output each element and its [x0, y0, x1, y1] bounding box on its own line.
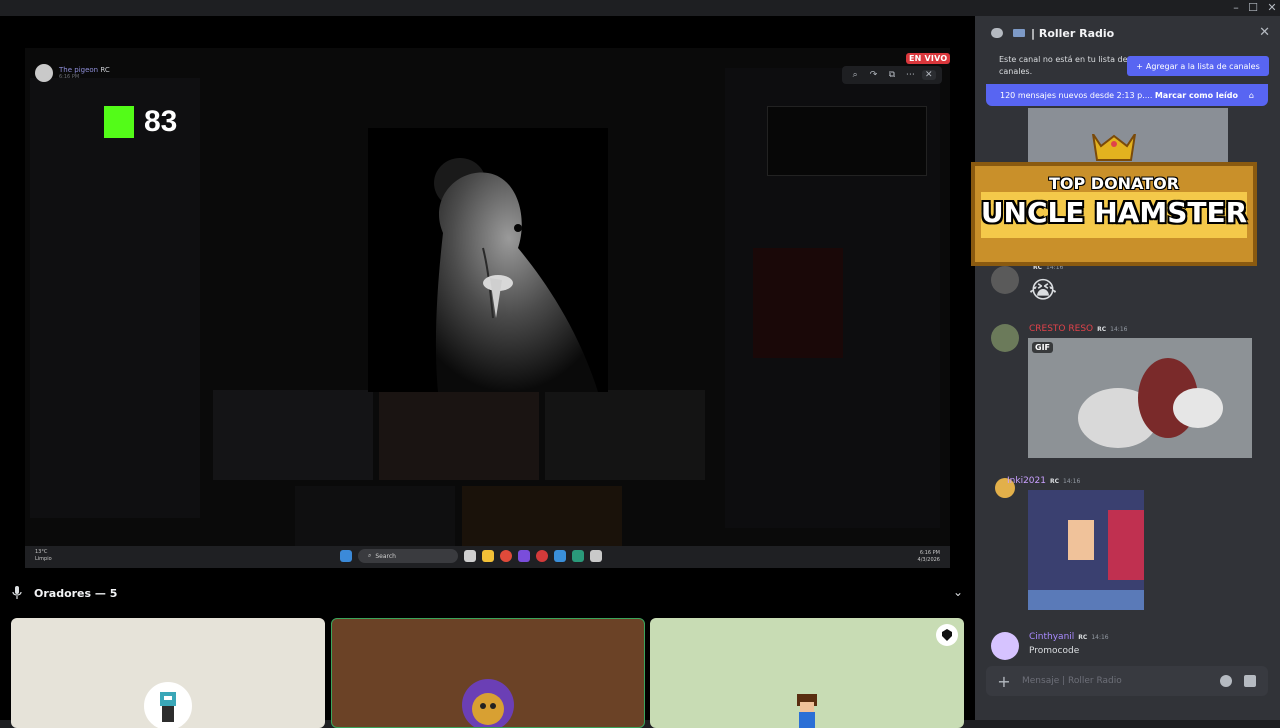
top-donator-banner: TOP DONATOR UNCLE HAMSTER: [971, 133, 1257, 266]
clock-time: 6:16 PM: [919, 550, 940, 556]
message-content: Promocode: [1029, 646, 1080, 656]
gif-badge: GIF: [1032, 342, 1054, 353]
radio-icon: [1013, 29, 1025, 37]
user-avatar[interactable]: [991, 324, 1019, 352]
app-icon: [536, 550, 548, 562]
shared-taskbar: 13°C Limpio ⌕ Search 6:16 PM 4/3/2026: [25, 546, 950, 568]
close-icon[interactable]: ✕: [1259, 25, 1270, 40]
mark-read-icon: ⌂: [1248, 90, 1254, 100]
streamer-avatar: [35, 64, 53, 82]
kick-viewer-counter: 83: [104, 105, 177, 139]
window-titlebar: – ☐ ✕: [0, 0, 1280, 16]
message-author[interactable]: Cinthyanil: [1029, 632, 1074, 642]
new-messages-bar[interactable]: 120 mensajes nuevos desde 2:13 p.... Mar…: [986, 84, 1268, 106]
speakers-title: Oradores — 5: [34, 586, 118, 600]
channel-notice: Este canal no está en tu lista de canale…: [975, 50, 1280, 84]
chrome-icon: [500, 550, 512, 562]
streamer-time: 6:16 PM: [59, 74, 80, 80]
attach-plus-icon[interactable]: +: [986, 672, 1022, 691]
server-tag: RC: [1049, 477, 1060, 485]
message-time: 14:16: [1063, 477, 1081, 485]
speaker-avatar: [462, 679, 514, 727]
message-time: 14:16: [1110, 325, 1128, 333]
streamer-name: The pigeon: [59, 66, 99, 74]
stream-controls: ⌕ ↷ ⧉ ⋯ ✕: [842, 66, 942, 84]
task-view-icon: [464, 550, 476, 562]
pigeon-image: [368, 128, 608, 392]
discord-icon: [518, 550, 530, 562]
ghost-image: [767, 106, 927, 176]
windows-start-icon: [340, 550, 352, 562]
message-author[interactable]: CRESTO RESO: [1029, 324, 1093, 334]
ghost-tile: [295, 486, 455, 548]
sticker-image[interactable]: [1028, 490, 1144, 610]
live-badge: EN VIVO: [906, 53, 951, 64]
server-tag: RC: [1097, 325, 1107, 333]
gif-attachment[interactable]: GIF: [1028, 338, 1252, 458]
weather-desc: Limpio: [35, 556, 52, 562]
kick-logo-icon: [104, 106, 134, 138]
speaker-tile[interactable]: [650, 618, 964, 728]
microphone-icon: [12, 586, 22, 600]
shield-icon[interactable]: [936, 624, 958, 646]
speaker-avatar: [781, 680, 833, 728]
donator-title: TOP DONATOR: [1048, 174, 1180, 193]
more-icon[interactable]: ⋯: [903, 70, 917, 80]
ghost-tile: [462, 486, 622, 548]
speaker-tile[interactable]: [11, 618, 325, 728]
speaker-avatar: [142, 680, 194, 728]
weather-temp: 13°C: [35, 549, 48, 555]
speakers-header[interactable]: Oradores — 5 ⌄: [0, 577, 975, 609]
emoji-icon[interactable]: [1220, 675, 1232, 687]
notice-text: Este canal no está en tu lista de canale…: [999, 55, 1128, 76]
kick-viewer-count: 83: [144, 105, 178, 138]
ghost-image: [753, 248, 843, 358]
chevron-down-icon[interactable]: ⌄: [953, 585, 963, 599]
plus-icon: +: [1136, 61, 1143, 71]
apps-icon[interactable]: [1244, 675, 1256, 687]
mark-read-button[interactable]: Marcar como leído: [1155, 91, 1238, 100]
ghost-tile: [213, 390, 373, 480]
new-messages-text: 120 mensajes nuevos desde 2:13 p....: [1000, 90, 1153, 100]
speaker-tile-active[interactable]: [331, 618, 645, 728]
maximize-button[interactable]: ☐: [1243, 0, 1263, 16]
ghost-tile: [545, 390, 705, 480]
taskbar-apps: ⌕ Search: [340, 549, 602, 563]
message-composer[interactable]: + Mensaje | Roller Radio: [986, 666, 1268, 696]
taskbar-search: ⌕ Search: [358, 549, 458, 563]
chat-bubble-icon: [991, 28, 1003, 38]
app-icon: [554, 550, 566, 562]
add-button-label: Agregar a la lista de canales: [1145, 61, 1260, 71]
server-tag: RC: [1078, 633, 1088, 641]
forward-icon[interactable]: ↷: [867, 70, 881, 80]
chat-header: | Roller Radio ✕: [975, 16, 1280, 50]
streamer-info: The pigeon RC 6:16 PM: [35, 64, 110, 82]
file-explorer-icon: [482, 550, 494, 562]
zoom-icon[interactable]: ⌕: [848, 70, 862, 80]
taskbar-search-label: Search: [375, 552, 396, 560]
app-icon: [572, 550, 584, 562]
message-time: 14:16: [1091, 633, 1109, 641]
user-avatar[interactable]: [991, 266, 1019, 294]
message-content: 😭: [1029, 276, 1058, 304]
user-avatar[interactable]: [991, 632, 1019, 660]
donator-name: UNCLE HAMSTER: [980, 196, 1248, 229]
clock-date: 4/3/2026: [917, 557, 940, 563]
channel-name: Roller Radio: [1038, 26, 1115, 40]
message-author[interactable]: Inki2021: [1007, 476, 1046, 486]
close-window-button[interactable]: ✕: [1262, 0, 1280, 16]
ghost-tile: [379, 390, 539, 480]
channel-chat-panel: | Roller Radio ✕ Este canal no está en t…: [975, 16, 1280, 720]
taskbar-clock: 6:16 PM 4/3/2026: [918, 550, 940, 564]
close-stream-icon[interactable]: ✕: [921, 70, 936, 80]
ghost-sidebar: [30, 78, 200, 518]
popout-icon[interactable]: ⧉: [885, 70, 899, 80]
add-to-channel-list-button[interactable]: + Agregar a la lista de canales: [1127, 56, 1269, 76]
streamer-tag: RC: [100, 66, 110, 74]
app-icon: [590, 550, 602, 562]
taskbar-weather: 13°C Limpio: [35, 549, 52, 563]
composer-placeholder: Mensaje | Roller Radio: [1022, 676, 1122, 686]
